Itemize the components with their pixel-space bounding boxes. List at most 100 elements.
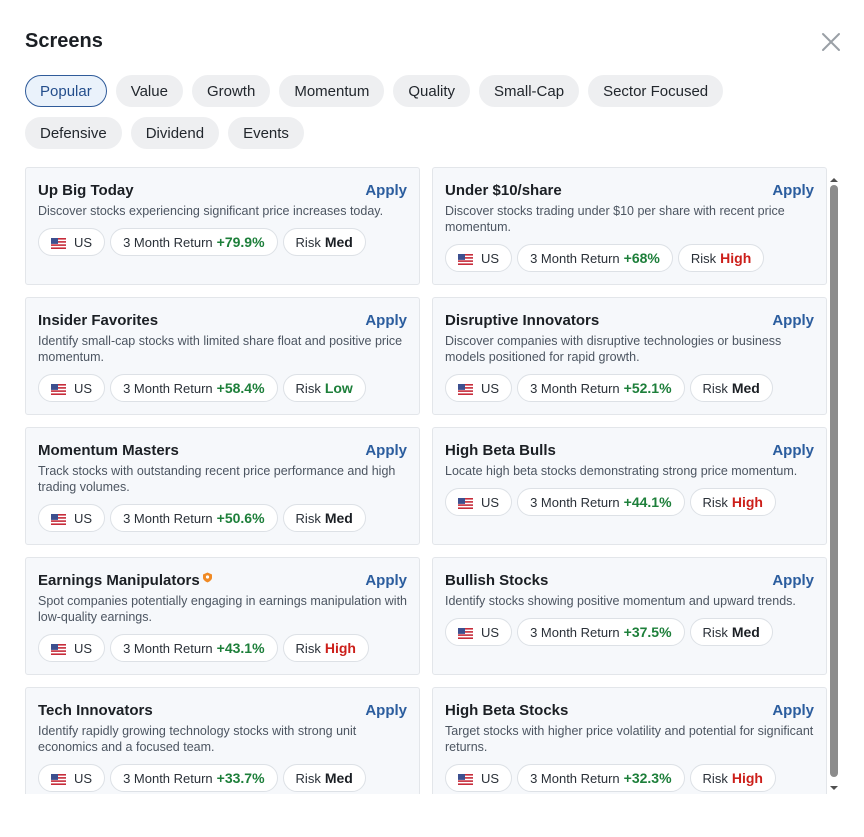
card-tags: US 3 Month Return +37.5% Risk Med bbox=[445, 618, 814, 646]
return-tag: 3 Month Return +37.5% bbox=[517, 618, 685, 646]
screen-card-disruptive-innovators: Disruptive Innovators Apply Discover compa… bbox=[432, 297, 827, 415]
risk-value: High bbox=[324, 640, 356, 656]
risk-tag: Risk Med bbox=[689, 374, 773, 402]
risk-value: Med bbox=[731, 624, 760, 640]
return-tag: 3 Month Return +43.1% bbox=[110, 634, 278, 662]
apply-button[interactable]: Apply bbox=[365, 312, 407, 329]
scrollbar[interactable] bbox=[829, 172, 839, 792]
screen-card-up-big-today: Up Big Today Apply Discover stocks experie… bbox=[25, 167, 420, 285]
card-title-text: Bullish Stocks bbox=[445, 571, 549, 589]
apply-button[interactable]: Apply bbox=[772, 702, 814, 719]
card-title-text: Under $10/share bbox=[445, 181, 562, 199]
risk-tag: Risk High bbox=[282, 634, 369, 662]
apply-button[interactable]: Apply bbox=[365, 572, 407, 589]
us-flag-icon bbox=[458, 627, 473, 639]
filter-chip-quality[interactable]: Quality bbox=[393, 75, 471, 107]
risk-value: High bbox=[731, 770, 763, 786]
return-tag: 3 Month Return +79.9% bbox=[110, 228, 278, 256]
region-label: US bbox=[481, 250, 500, 266]
risk-label: Risk bbox=[702, 770, 728, 786]
card-tags: US 3 Month Return +58.4% Risk Low bbox=[38, 374, 407, 402]
region-tag: US bbox=[445, 764, 513, 792]
risk-tag: Risk Med bbox=[282, 504, 366, 532]
screen-card-earnings-manipulators: Earnings Manipulators Apply Spot companies… bbox=[25, 557, 420, 675]
return-value: +58.4% bbox=[216, 380, 265, 396]
return-tag: 3 Month Return +33.7% bbox=[110, 764, 278, 792]
card-description: Target stocks with higher price volatili… bbox=[445, 724, 814, 754]
region-tag: US bbox=[445, 374, 513, 402]
region-tag: US bbox=[445, 488, 513, 516]
us-flag-icon bbox=[458, 253, 473, 265]
region-label: US bbox=[74, 770, 93, 786]
region-label: US bbox=[481, 494, 500, 510]
apply-button[interactable]: Apply bbox=[365, 702, 407, 719]
region-tag: US bbox=[38, 764, 106, 792]
scroll-up-arrow-icon[interactable] bbox=[829, 172, 839, 182]
return-label: 3 Month Return bbox=[123, 640, 213, 656]
filter-chip-popular[interactable]: Popular bbox=[25, 75, 107, 107]
return-value: +44.1% bbox=[623, 494, 672, 510]
card-header: Momentum Masters Apply bbox=[38, 441, 407, 459]
card-tags: US 3 Month Return +43.1% Risk High bbox=[38, 634, 407, 662]
apply-button[interactable]: Apply bbox=[772, 572, 814, 589]
screen-card-tech-innovators: Tech Innovators Apply Identify rapidly gro… bbox=[25, 687, 420, 794]
risk-label: Risk bbox=[702, 624, 728, 640]
card-title-text: High Beta Bulls bbox=[445, 441, 556, 459]
card-title: High Beta Stocks bbox=[445, 702, 568, 719]
apply-button[interactable]: Apply bbox=[365, 442, 407, 459]
return-value: +32.3% bbox=[623, 770, 672, 786]
scrollbar-thumb[interactable] bbox=[830, 185, 838, 777]
filter-chip-growth[interactable]: Growth bbox=[191, 75, 271, 107]
card-header: Disruptive Innovators Apply bbox=[445, 311, 814, 329]
return-value: +50.6% bbox=[216, 510, 265, 526]
return-label: 3 Month Return bbox=[530, 624, 620, 640]
card-description: Locate high beta stocks demonstrating st… bbox=[445, 464, 798, 478]
apply-button[interactable]: Apply bbox=[772, 182, 814, 199]
region-tag: US bbox=[38, 634, 106, 662]
return-tag: 3 Month Return +50.6% bbox=[110, 504, 278, 532]
screens-list: Up Big Today Apply Discover stocks experie… bbox=[25, 167, 827, 794]
region-label: US bbox=[74, 380, 93, 396]
apply-button[interactable]: Apply bbox=[772, 312, 814, 329]
apply-button[interactable]: Apply bbox=[365, 182, 407, 199]
filter-chip-defensive[interactable]: Defensive bbox=[25, 117, 122, 149]
us-flag-icon bbox=[51, 643, 66, 655]
risk-label: Risk bbox=[295, 234, 321, 250]
filter-chip-value[interactable]: Value bbox=[115, 75, 183, 107]
filter-chip-events[interactable]: Events bbox=[228, 117, 304, 149]
return-value: +68% bbox=[623, 250, 660, 266]
risk-tag: Risk High bbox=[689, 764, 776, 792]
scroll-down-arrow-icon[interactable] bbox=[829, 780, 839, 790]
card-description: Discover companies with disruptive techn… bbox=[445, 334, 782, 364]
card-title-text: Disruptive Innovators bbox=[445, 311, 600, 329]
card-title: Tech Innovators bbox=[38, 702, 153, 719]
return-value: +52.1% bbox=[623, 380, 672, 396]
return-tag: 3 Month Return +58.4% bbox=[110, 374, 278, 402]
card-title: Up Big Today bbox=[38, 182, 134, 199]
return-label: 3 Month Return bbox=[530, 770, 620, 786]
return-label: 3 Month Return bbox=[123, 380, 213, 396]
screen-card-momentum-masters: Momentum Masters Apply Track stocks with o… bbox=[25, 427, 420, 545]
card-header: Bullish Stocks Apply bbox=[445, 571, 814, 589]
filter-chip-momentum[interactable]: Momentum bbox=[279, 75, 385, 107]
risk-value: High bbox=[731, 494, 763, 510]
return-value: +37.5% bbox=[623, 624, 672, 640]
card-title: High Beta Bulls bbox=[445, 442, 556, 459]
filter-chip-dividend[interactable]: Dividend bbox=[130, 117, 220, 149]
card-title: Bullish Stocks bbox=[445, 572, 548, 589]
filter-chip-sector-focused[interactable]: Sector Focused bbox=[588, 75, 724, 107]
card-title: Insider Favorites bbox=[38, 312, 158, 329]
risk-label: Risk bbox=[295, 380, 321, 396]
premium-badge-icon bbox=[202, 570, 213, 582]
close-icon[interactable] bbox=[819, 30, 843, 54]
risk-value: Low bbox=[324, 380, 353, 396]
apply-button[interactable]: Apply bbox=[772, 442, 814, 459]
risk-tag: Risk Med bbox=[282, 764, 366, 792]
card-title: Disruptive Innovators bbox=[445, 312, 599, 329]
card-description: Identify small-cap stocks with limited s… bbox=[38, 334, 403, 364]
filter-chip-small-cap[interactable]: Small-Cap bbox=[479, 75, 580, 107]
card-tags: US 3 Month Return +32.3% Risk High bbox=[445, 764, 814, 792]
card-header: High Beta Stocks Apply bbox=[445, 701, 814, 719]
return-label: 3 Month Return bbox=[123, 770, 213, 786]
risk-label: Risk bbox=[702, 380, 728, 396]
